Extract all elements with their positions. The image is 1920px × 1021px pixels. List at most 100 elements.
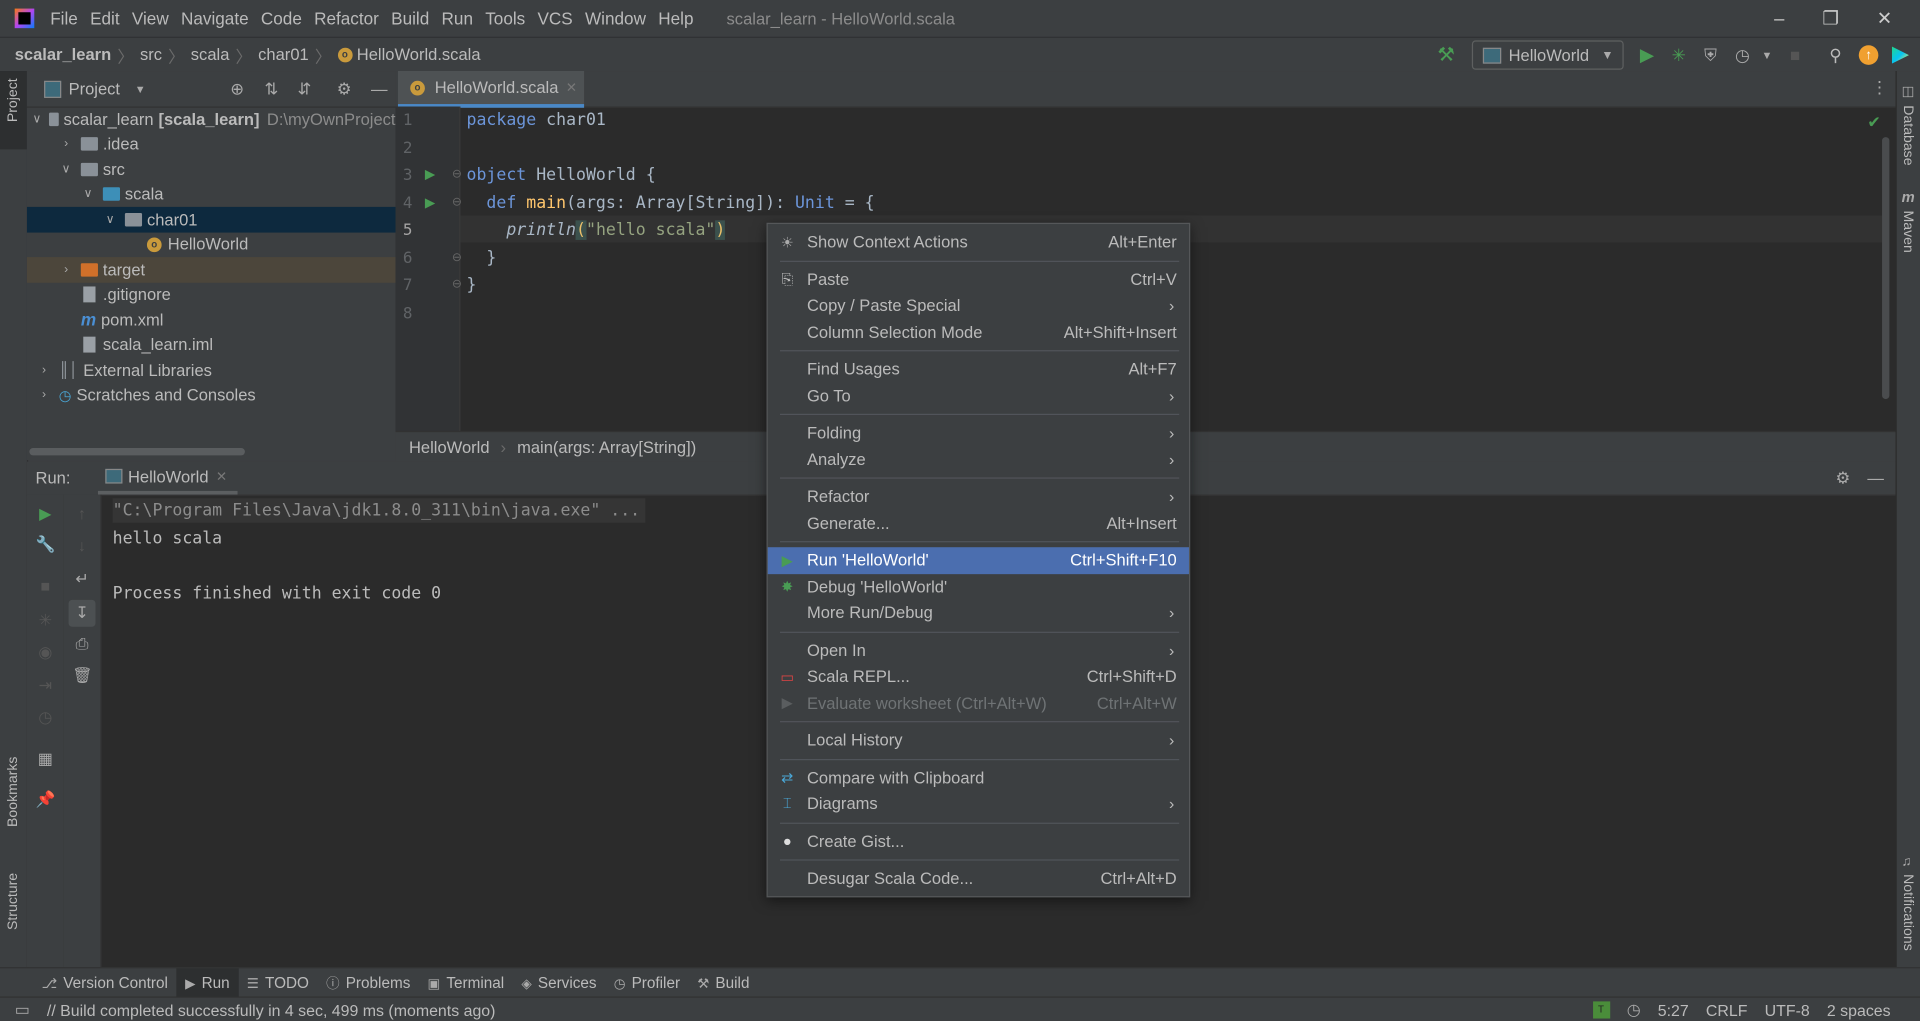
login-icon[interactable]: ⇥ bbox=[36, 676, 56, 696]
expand-all-icon[interactable]: ⇅ bbox=[264, 79, 278, 99]
inspection-icon[interactable]: ◷ bbox=[1627, 1000, 1641, 1020]
tool-window-todo[interactable]: ☰ TODO bbox=[238, 968, 317, 997]
tool-window-terminal[interactable]: ▣ Terminal bbox=[419, 968, 513, 997]
menu-item-compare-with-clipboard[interactable]: ⇄ Compare with Clipboard bbox=[768, 765, 1189, 791]
maven-tool-button[interactable]: Maven bbox=[1900, 211, 1915, 253]
more-run-chevron-icon[interactable]: ▼ bbox=[1756, 44, 1778, 66]
caret-position[interactable]: 5:27 bbox=[1658, 1001, 1689, 1019]
menu-vcs[interactable]: VCS bbox=[531, 9, 579, 29]
horizontal-scrollbar[interactable] bbox=[29, 448, 245, 456]
tree-item[interactable]: › ║│ External Libraries bbox=[27, 357, 396, 382]
status-message[interactable]: // Build completed successfully in 4 sec… bbox=[47, 1001, 496, 1019]
close-window-button[interactable]: ✕ bbox=[1856, 0, 1912, 37]
print-icon[interactable]: ⎙ bbox=[72, 634, 92, 654]
build-hammer-icon[interactable]: ⚒ bbox=[1435, 44, 1457, 66]
tab-helloworld-scala[interactable]: o HelloWorld.scala ✕ bbox=[397, 71, 585, 108]
chevron-right-icon[interactable]: › bbox=[59, 263, 74, 276]
soft-wrap-icon[interactable]: ↵ bbox=[72, 569, 92, 589]
breadcrumb-project[interactable]: scalar_learn bbox=[15, 45, 112, 63]
menu-item-open-in[interactable]: Open In › bbox=[768, 637, 1189, 663]
tool-window-services[interactable]: ◈ Services bbox=[513, 968, 605, 997]
breadcrumb-scala[interactable]: scala bbox=[191, 45, 230, 63]
menu-item-go-to[interactable]: Go To › bbox=[768, 383, 1189, 409]
restore-button[interactable]: ❐ bbox=[1802, 0, 1858, 37]
toggle-tool-windows-icon[interactable]: ▭ bbox=[15, 1000, 30, 1020]
minimize-button[interactable]: – bbox=[1751, 0, 1807, 37]
tree-item[interactable]: .gitignore bbox=[27, 282, 396, 307]
tree-item[interactable]: › .idea bbox=[27, 132, 396, 157]
layout-icon[interactable]: ▦ bbox=[36, 749, 56, 769]
indent-setting[interactable]: 2 spaces bbox=[1827, 1001, 1891, 1019]
run-configuration-select[interactable]: HelloWorld ▼ bbox=[1471, 40, 1624, 70]
menu-view[interactable]: View bbox=[126, 9, 175, 29]
chevron-down-icon[interactable]: ∨ bbox=[33, 112, 42, 125]
tree-item[interactable]: ∨ src bbox=[27, 157, 396, 182]
menu-item-find-usages[interactable]: Find Usages Alt+F7 bbox=[768, 356, 1189, 382]
stop-icon[interactable]: ■ bbox=[36, 577, 56, 597]
menu-item-debug-helloworld[interactable]: ✸ Debug 'HelloWorld' bbox=[768, 574, 1189, 600]
bookmarks-tool-button[interactable]: Bookmarks bbox=[6, 757, 21, 827]
tree-item[interactable]: ∨ char01 bbox=[26, 206, 396, 232]
chevron-right-icon[interactable]: › bbox=[59, 137, 74, 150]
tree-item[interactable]: › target bbox=[26, 257, 396, 283]
run-tab-helloworld[interactable]: HelloWorld ✕ bbox=[97, 462, 237, 495]
locate-icon[interactable]: ⊕ bbox=[230, 79, 244, 99]
tree-item[interactable]: scala_learn.iml bbox=[27, 332, 396, 357]
profile-icon[interactable]: ◷ bbox=[1731, 44, 1753, 66]
toolbox-logo-icon[interactable] bbox=[1889, 44, 1911, 66]
gear-icon[interactable]: ⚙ bbox=[337, 79, 352, 99]
breadcrumb-char01[interactable]: char01 bbox=[258, 45, 309, 63]
tree-item[interactable]: › ◷ Scratches and Consoles bbox=[27, 383, 396, 408]
update-icon[interactable]: ↑ bbox=[1858, 44, 1880, 66]
menu-refactor[interactable]: Refactor bbox=[308, 9, 385, 29]
debug-bug-icon[interactable]: ✳ bbox=[1668, 44, 1690, 66]
search-icon[interactable]: ⚲ bbox=[1824, 44, 1846, 66]
tool-window-build[interactable]: ⚒ Build bbox=[689, 968, 758, 997]
trash-icon[interactable]: 🗑 bbox=[72, 666, 92, 686]
file-encoding[interactable]: UTF-8 bbox=[1765, 1001, 1810, 1019]
menu-item-show-context-actions[interactable]: ☀ Show Context Actions Alt+Enter bbox=[768, 229, 1189, 255]
tree-item[interactable]: ∨ scala bbox=[27, 182, 396, 207]
menu-build[interactable]: Build bbox=[385, 9, 435, 29]
hide-icon[interactable]: — bbox=[371, 80, 388, 98]
gear-icon[interactable]: ⚙ bbox=[1836, 468, 1851, 488]
pin-icon[interactable]: 📌 bbox=[36, 790, 56, 810]
wrench-icon[interactable]: 🔧 bbox=[36, 535, 56, 555]
arrow-up-icon[interactable]: ↑ bbox=[72, 504, 92, 524]
menu-item-copy-paste-special[interactable]: Copy / Paste Special › bbox=[768, 293, 1189, 319]
chevron-down-icon[interactable]: ∨ bbox=[103, 213, 118, 226]
arrow-down-icon[interactable]: ↓ bbox=[72, 536, 92, 556]
menu-run[interactable]: Run bbox=[435, 9, 479, 29]
database-tool-button[interactable]: Database bbox=[1900, 105, 1915, 165]
chevron-right-icon[interactable]: › bbox=[37, 388, 52, 401]
menu-item-diagrams[interactable]: ⌶ Diagrams › bbox=[768, 791, 1189, 817]
scroll-to-end-icon[interactable]: ↧ bbox=[68, 599, 96, 627]
close-tab-icon[interactable]: ✕ bbox=[216, 468, 227, 484]
vertical-scrollbar[interactable] bbox=[1882, 137, 1890, 400]
editor-crumb-method[interactable]: main(args: Array[String]) bbox=[517, 438, 696, 456]
tree-item[interactable]: m pom.xml bbox=[27, 307, 396, 332]
menu-item-more-run-debug[interactable]: More Run/Debug › bbox=[768, 600, 1189, 626]
menu-item-scala-repl[interactable]: ▭ Scala REPL... Ctrl+Shift+D bbox=[768, 664, 1189, 690]
menu-tools[interactable]: Tools bbox=[479, 9, 531, 29]
menu-item-analyze[interactable]: Analyze › bbox=[768, 446, 1189, 472]
project-tool-button[interactable]: Project bbox=[6, 78, 21, 122]
menu-help[interactable]: Help bbox=[652, 9, 700, 29]
type-hint-icon[interactable]: T bbox=[1592, 1001, 1610, 1019]
tree-item[interactable]: o HelloWorld bbox=[27, 232, 396, 257]
breadcrumb-file[interactable]: HelloWorld.scala bbox=[357, 45, 481, 63]
close-tab-icon[interactable]: ✕ bbox=[566, 80, 577, 96]
menu-item-paste[interactable]: ⎘ Paste Ctrl+V bbox=[768, 266, 1189, 292]
menu-item-generate[interactable]: Generate... Alt+Insert bbox=[768, 510, 1189, 536]
tree-item[interactable]: ∨ scalar_learn [scala_learn] D:\myOwnProjec… bbox=[27, 107, 396, 132]
chevron-down-icon[interactable]: ∨ bbox=[81, 188, 96, 201]
rerun-icon[interactable]: ▶ bbox=[36, 504, 56, 524]
tool-window-problems[interactable]: ⓘ Problems bbox=[318, 968, 419, 997]
tool-window-run[interactable]: ▶ Run bbox=[176, 968, 239, 998]
menu-item-run-helloworld[interactable]: ▶ Run 'HelloWorld' Ctrl+Shift+F10 bbox=[767, 547, 1189, 574]
menu-file[interactable]: File bbox=[44, 9, 84, 29]
chevron-right-icon[interactable]: › bbox=[37, 363, 52, 376]
project-view-select[interactable]: Project bbox=[69, 80, 120, 98]
collapse-all-icon[interactable]: ⇵ bbox=[298, 79, 312, 99]
profiler-attach-icon[interactable]: ◷ bbox=[36, 708, 56, 728]
